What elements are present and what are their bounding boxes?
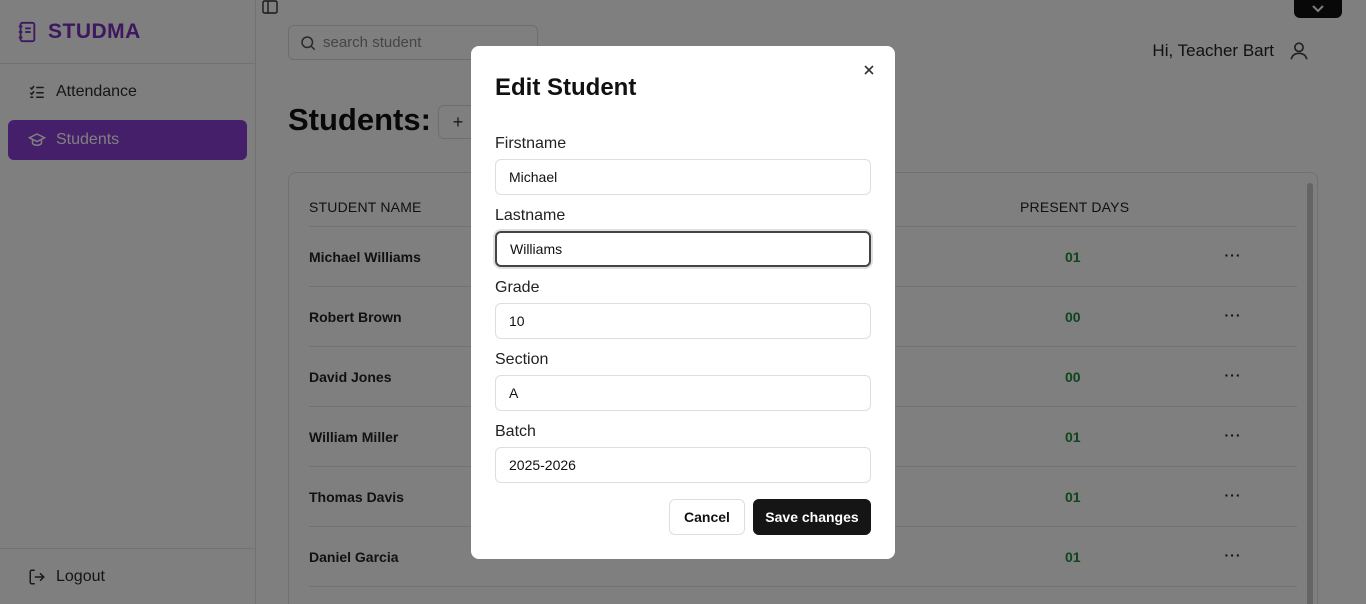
- grade-field[interactable]: [495, 303, 871, 339]
- firstname-label: Firstname: [495, 135, 567, 152]
- lastname-field[interactable]: [495, 231, 871, 267]
- section-label: Section: [495, 351, 549, 368]
- save-changes-button[interactable]: Save changes: [753, 499, 871, 535]
- lastname-label: Lastname: [495, 207, 566, 224]
- section-field[interactable]: [495, 375, 871, 411]
- dialog-title: Edit Student: [495, 74, 637, 101]
- firstname-field[interactable]: [495, 159, 871, 195]
- cancel-button[interactable]: Cancel: [669, 499, 745, 535]
- batch-field[interactable]: [495, 447, 871, 483]
- edit-student-dialog: Edit Student Firstname Lastname Grade Se…: [471, 46, 895, 559]
- close-icon[interactable]: [861, 62, 877, 78]
- grade-label: Grade: [495, 279, 540, 296]
- batch-label: Batch: [495, 423, 536, 440]
